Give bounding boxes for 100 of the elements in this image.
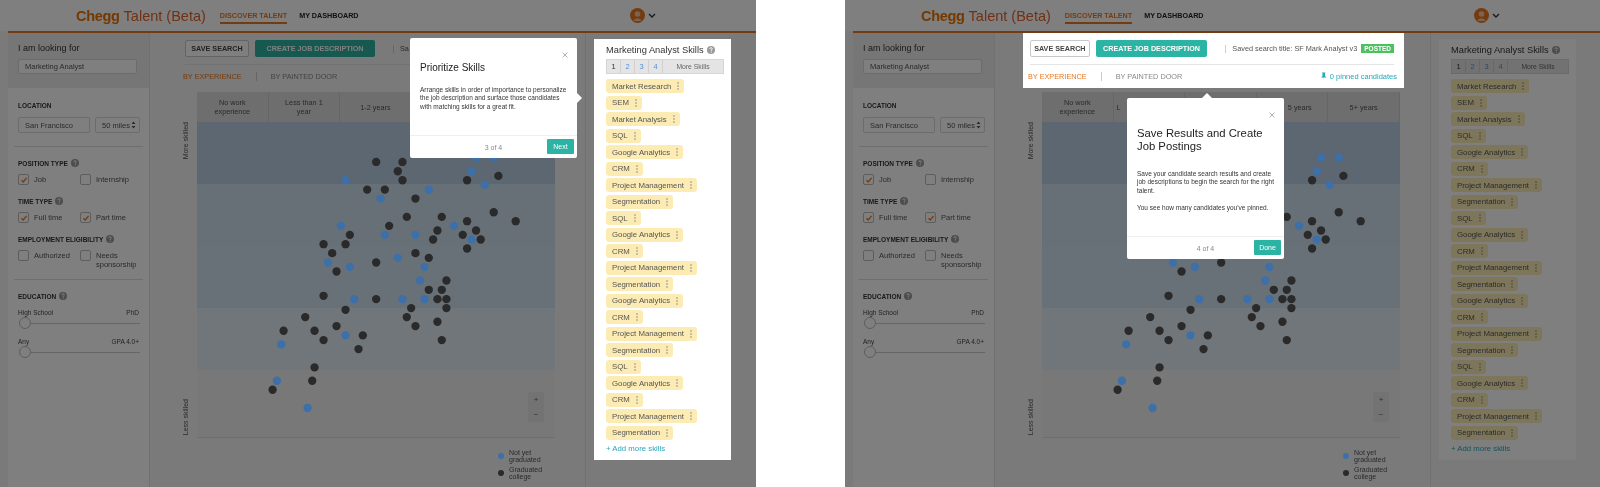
candidate-dot[interactable] xyxy=(433,294,442,304)
candidate-dot[interactable] xyxy=(411,321,420,331)
candidate-dot[interactable] xyxy=(319,240,328,249)
drag-handle-icon[interactable] xyxy=(633,214,636,222)
candidate-dot[interactable] xyxy=(1260,276,1270,285)
drag-handle-icon[interactable] xyxy=(634,98,637,107)
candidate-dot[interactable] xyxy=(310,326,319,335)
candidate-dot[interactable] xyxy=(467,167,476,176)
drag-handle-icon[interactable] xyxy=(677,82,680,90)
drag-handle-icon[interactable] xyxy=(676,296,679,305)
candidate-dot[interactable] xyxy=(1164,291,1173,300)
candidate-dot[interactable] xyxy=(1287,303,1296,313)
candidate-dot[interactable] xyxy=(1316,153,1326,162)
candidate-dot[interactable] xyxy=(1312,235,1321,244)
candidate-dot[interactable] xyxy=(449,221,459,231)
candidate-dot[interactable] xyxy=(1265,294,1274,304)
candidate-dot[interactable] xyxy=(1155,326,1164,335)
candidate-dot[interactable] xyxy=(415,276,425,285)
candidate-dot[interactable] xyxy=(1168,258,1178,267)
candidate-dot[interactable] xyxy=(1316,226,1326,235)
candidate-dot[interactable] xyxy=(462,244,472,253)
help-icon[interactable] xyxy=(59,292,68,300)
drag-handle-icon[interactable] xyxy=(689,181,692,189)
candidate-dot[interactable] xyxy=(411,230,420,239)
candidate-dot[interactable] xyxy=(1334,208,1343,217)
candidate-dot[interactable] xyxy=(358,331,367,340)
zoom-out-button[interactable]: − xyxy=(528,407,544,422)
candidate-dot[interactable] xyxy=(372,258,381,267)
help-icon[interactable] xyxy=(951,235,960,243)
candidate-dot[interactable] xyxy=(398,294,407,304)
drag-handle-icon[interactable] xyxy=(633,362,636,371)
candidate-dot[interactable] xyxy=(1247,312,1256,322)
checkbox[interactable] xyxy=(925,174,936,185)
candidate-dot[interactable] xyxy=(411,249,420,258)
candidate-dot[interactable] xyxy=(442,276,451,285)
candidate-dot[interactable] xyxy=(1155,363,1164,372)
checkbox[interactable] xyxy=(863,250,874,261)
candidate-dot[interactable] xyxy=(1307,244,1317,253)
candidate-dot[interactable] xyxy=(341,331,350,340)
drag-handle-icon[interactable] xyxy=(689,263,692,272)
checkbox[interactable] xyxy=(80,212,91,223)
drag-handle-icon[interactable] xyxy=(666,346,669,354)
candidate-dot[interactable] xyxy=(268,385,277,394)
zoom-in-button[interactable]: + xyxy=(528,392,544,407)
drag-handle-icon[interactable] xyxy=(676,148,679,156)
candidate-dot[interactable] xyxy=(303,403,312,413)
candidate-dot[interactable] xyxy=(1282,335,1291,345)
drag-handle-icon[interactable] xyxy=(635,164,638,173)
candidate-dot[interactable] xyxy=(1356,217,1365,226)
checkbox[interactable] xyxy=(18,250,29,261)
slider-thumb[interactable] xyxy=(19,317,31,329)
candidate-dot[interactable] xyxy=(1287,294,1296,304)
candidate-dot[interactable] xyxy=(437,285,446,294)
close-icon[interactable] xyxy=(1269,112,1275,118)
candidate-dot[interactable] xyxy=(380,230,389,239)
candidate-dot[interactable] xyxy=(458,230,467,239)
checkbox[interactable] xyxy=(80,250,91,261)
select-arrows-icon[interactable] xyxy=(131,121,136,129)
drag-handle-icon[interactable] xyxy=(672,115,675,123)
avatar-icon[interactable] xyxy=(1474,8,1489,23)
candidate-dot[interactable] xyxy=(480,180,489,190)
candidate-dot[interactable] xyxy=(385,221,394,231)
candidate-dot[interactable] xyxy=(1186,305,1195,314)
candidate-dot[interactable] xyxy=(332,267,341,276)
drag-handle-icon[interactable] xyxy=(676,379,679,387)
candidate-dot[interactable] xyxy=(1164,335,1173,345)
checkbox[interactable] xyxy=(925,212,936,223)
candidate-dot[interactable] xyxy=(511,217,520,226)
help-icon[interactable] xyxy=(904,292,913,300)
candidate-dot[interactable] xyxy=(471,226,481,235)
candidate-dot[interactable] xyxy=(437,212,446,222)
candidate-dot[interactable] xyxy=(1243,294,1252,304)
help-icon[interactable] xyxy=(1551,45,1560,54)
candidate-dot[interactable] xyxy=(328,249,337,258)
candidate-dot[interactable] xyxy=(310,363,319,372)
drag-handle-icon[interactable] xyxy=(666,280,669,288)
candidate-dot[interactable] xyxy=(1177,321,1186,331)
candidate-dot[interactable] xyxy=(1325,180,1334,190)
drag-handle-icon[interactable] xyxy=(676,230,679,239)
candidate-dot[interactable] xyxy=(345,230,354,239)
checkbox[interactable] xyxy=(18,212,29,223)
candidate-dot[interactable] xyxy=(1303,230,1312,239)
candidate-dot[interactable] xyxy=(1195,294,1204,304)
checkbox[interactable] xyxy=(863,174,874,185)
candidate-dot[interactable] xyxy=(372,294,381,304)
slider-thumb[interactable] xyxy=(19,346,31,358)
candidate-dot[interactable] xyxy=(272,376,282,385)
help-icon[interactable] xyxy=(70,159,79,167)
checkbox[interactable] xyxy=(80,174,91,185)
drag-handle-icon[interactable] xyxy=(635,395,638,404)
candidate-dot[interactable] xyxy=(1321,235,1330,244)
slider-thumb[interactable] xyxy=(864,317,876,329)
zoom-in-button[interactable]: + xyxy=(1373,392,1389,407)
candidate-dot[interactable] xyxy=(398,176,407,185)
candidate-dot[interactable] xyxy=(1278,294,1287,304)
candidate-dot[interactable] xyxy=(1307,217,1317,226)
avatar-icon[interactable] xyxy=(630,8,645,23)
candidate-dot[interactable] xyxy=(341,305,350,314)
candidate-dot[interactable] xyxy=(1146,312,1155,322)
candidate-dot[interactable] xyxy=(393,167,402,176)
